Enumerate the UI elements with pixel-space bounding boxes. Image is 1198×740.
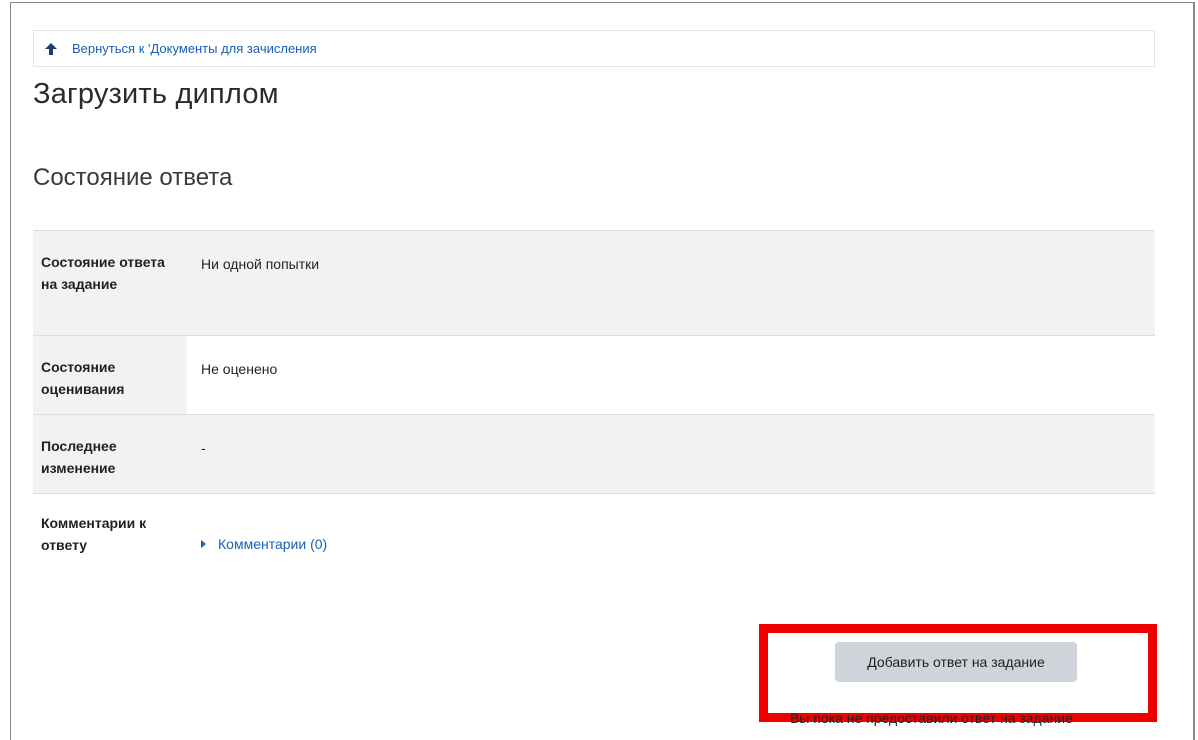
add-submission-button[interactable]: Добавить ответ на задание bbox=[835, 642, 1077, 682]
comments-link-label: Комментарии (0) bbox=[218, 536, 328, 552]
row-label: Состояние оценивания bbox=[33, 335, 187, 415]
row-value: Ни одной попытки bbox=[187, 230, 1155, 336]
arrow-up-icon[interactable] bbox=[44, 42, 58, 56]
comments-toggle[interactable]: Комментарии (0) bbox=[201, 533, 327, 555]
page-title: Загрузить диплом bbox=[33, 78, 279, 110]
row-label: Последнее изменение bbox=[33, 414, 187, 494]
table-row: Комментарии к ответу Комментарии (0) bbox=[33, 493, 1155, 596]
row-value: Не оценено bbox=[187, 335, 1155, 415]
caret-right-icon bbox=[201, 540, 206, 548]
submission-status-table: Состояние ответа на задание Ни одной поп… bbox=[33, 230, 1155, 596]
back-link[interactable]: Вернуться к 'Документы для зачисления bbox=[72, 41, 317, 56]
row-value: Комментарии (0) bbox=[187, 493, 1155, 596]
row-label: Комментарии к ответу bbox=[33, 493, 187, 596]
row-value: - bbox=[187, 414, 1155, 494]
submission-note: Вы пока не предоставили ответ на задание bbox=[790, 710, 1073, 726]
back-navigation: Вернуться к 'Документы для зачисления bbox=[33, 30, 1155, 67]
table-row: Состояние ответа на задание Ни одной поп… bbox=[33, 230, 1155, 336]
section-title: Состояние ответа bbox=[33, 164, 233, 191]
table-row: Последнее изменение - bbox=[33, 414, 1155, 494]
row-label: Состояние ответа на задание bbox=[33, 230, 187, 336]
table-row: Состояние оценивания Не оценено bbox=[33, 335, 1155, 415]
